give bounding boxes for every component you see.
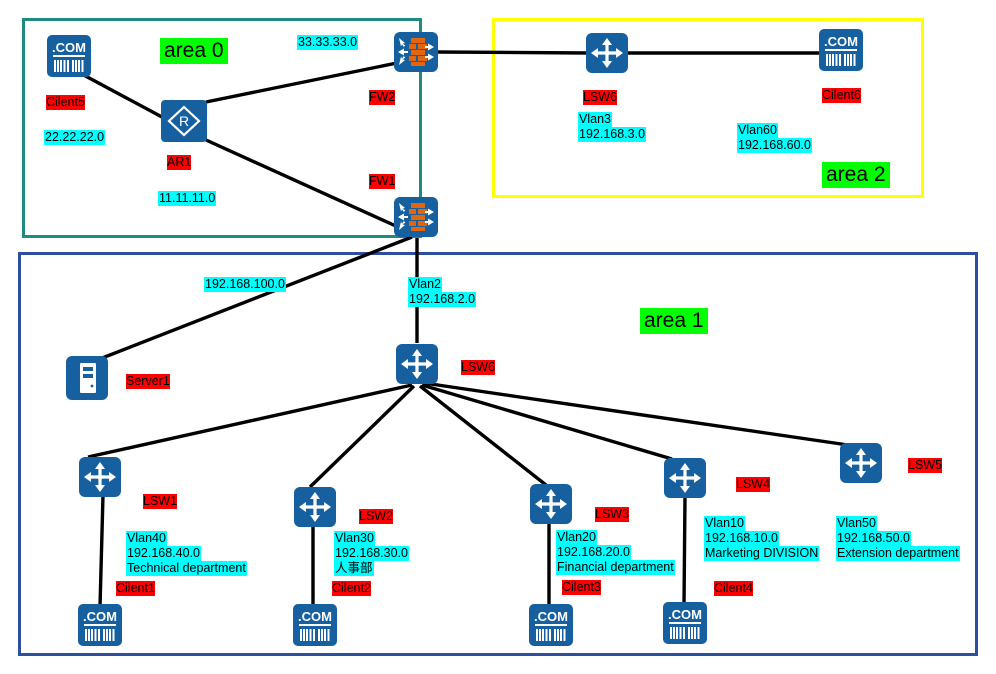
network-label-line: 192.168.2.0 — [408, 292, 477, 307]
device-label-lsw3: LSW3 — [595, 507, 630, 522]
device-label-lsw6: LSW6 — [583, 90, 618, 105]
switch-icon[interactable] — [840, 443, 882, 483]
device-label-lsw1: LSW1 — [143, 494, 178, 509]
network-label-net-22: 22.22.22.0 — [44, 130, 106, 145]
network-label-net-vlan3: Vlan3 192.168.3.0 — [578, 112, 647, 142]
network-topology-diagram: area 0 area 2 area 1 .COM R .COM .COM .COM .COM… — [0, 0, 996, 674]
switch-icon[interactable] — [79, 457, 121, 497]
device-label-cilent2: Cilent2 — [332, 581, 371, 596]
firewall-icon[interactable] — [394, 197, 438, 237]
firewall-icon[interactable] — [394, 32, 438, 72]
switch-icon[interactable] — [396, 344, 438, 384]
network-label-line: Vlan50 — [836, 516, 877, 531]
network-label-net-vlan60: Vlan60 192.168.60.0 — [737, 123, 812, 153]
area-label-area1: area 1 — [640, 308, 708, 334]
svg-text:R: R — [179, 113, 189, 129]
network-label-line: 192.168.100.0 — [204, 277, 286, 292]
network-label-net-vlan40: Vlan40 192.168.40.0 Technical department — [126, 531, 247, 576]
network-label-line: 22.22.22.0 — [44, 130, 106, 145]
area-label-area0: area 0 — [160, 38, 228, 64]
device-label-ar1: AR1 — [167, 155, 192, 170]
area-boundary-area1 — [18, 252, 978, 656]
device-label-cilent3: Cilent3 — [562, 580, 601, 595]
network-label-net-vlan50: Vlan50 192.168.50.0 Extension department — [836, 516, 960, 561]
device-label-fw2: FW2 — [369, 90, 396, 105]
svg-text:.COM: .COM — [534, 609, 568, 624]
client-pc-icon[interactable]: .COM — [47, 35, 91, 77]
area-label-area2: area 2 — [822, 162, 890, 188]
network-label-line: Vlan30 — [334, 531, 375, 546]
client-pc-icon[interactable]: .COM — [293, 604, 337, 646]
svg-text:.COM: .COM — [824, 34, 858, 49]
network-label-line: 192.168.3.0 — [578, 127, 647, 142]
device-label-cilent6: Cilent6 — [822, 88, 861, 103]
client-pc-icon[interactable]: .COM — [819, 29, 863, 71]
switch-icon[interactable] — [530, 484, 572, 524]
switch-icon[interactable] — [586, 33, 628, 73]
network-label-line: 192.168.50.0 — [836, 531, 911, 546]
network-label-line: Vlan3 — [578, 112, 612, 127]
network-label-line: Marketing DIVISION — [704, 546, 820, 561]
network-label-line: Technical department — [126, 561, 247, 576]
svg-text:.COM: .COM — [52, 40, 86, 55]
router-icon[interactable]: R — [161, 100, 207, 142]
network-label-net-11: 11.11.11.0 — [158, 191, 217, 206]
svg-text:.COM: .COM — [298, 609, 332, 624]
device-label-lsw2: LSW2 — [359, 509, 394, 524]
network-label-line: Vlan10 — [704, 516, 745, 531]
network-label-line: Extension department — [836, 546, 960, 561]
network-label-line: Financial department — [556, 560, 675, 575]
device-label-cilent1: Cilent1 — [116, 581, 155, 596]
network-label-line: Vlan40 — [126, 531, 167, 546]
switch-icon[interactable] — [294, 487, 336, 527]
client-pc-icon[interactable]: .COM — [78, 604, 122, 646]
device-label-fw1: FW1 — [369, 174, 396, 189]
svg-text:.COM: .COM — [83, 609, 117, 624]
network-label-line: Vlan2 — [408, 277, 442, 292]
network-label-line: 人事部 — [334, 561, 374, 576]
network-label-line: 11.11.11.0 — [158, 191, 217, 206]
server-icon[interactable] — [66, 356, 108, 400]
network-label-line: Vlan60 — [737, 123, 778, 138]
network-label-net-vlan30: Vlan30 192.168.30.0 人事部 — [334, 531, 409, 576]
device-label-lsw6: LSW6 — [461, 360, 496, 375]
network-label-net-100: 192.168.100.0 — [204, 277, 286, 292]
network-label-net-vlan10: Vlan10 192.168.10.0 Marketing DIVISION — [704, 516, 820, 561]
network-label-line: 192.168.40.0 — [126, 546, 201, 561]
network-label-line: 192.168.60.0 — [737, 138, 812, 153]
device-label-lsw5: LSW5 — [908, 458, 943, 473]
network-label-line: 192.168.20.0 — [556, 545, 631, 560]
network-label-net-vlan20: Vlan20 192.168.20.0 Financial department — [556, 530, 675, 575]
switch-icon[interactable] — [664, 458, 706, 498]
network-label-line: 192.168.30.0 — [334, 546, 409, 561]
network-label-line: 33.33.33.0 — [297, 35, 359, 50]
network-label-net-33: 33.33.33.0 — [297, 35, 359, 50]
network-label-line: Vlan20 — [556, 530, 597, 545]
device-label-lsw4: LSW4 — [736, 477, 771, 492]
network-label-net-vlan2: Vlan2 192.168.2.0 — [408, 277, 477, 307]
device-label-cilent4: Cilent4 — [714, 581, 753, 596]
client-pc-icon[interactable]: .COM — [529, 604, 573, 646]
client-pc-icon[interactable]: .COM — [663, 602, 707, 644]
svg-text:.COM: .COM — [668, 607, 702, 622]
device-label-server1: Server1 — [126, 374, 170, 389]
device-label-cilent5: Cilent5 — [46, 95, 85, 110]
network-label-line: 192.168.10.0 — [704, 531, 779, 546]
